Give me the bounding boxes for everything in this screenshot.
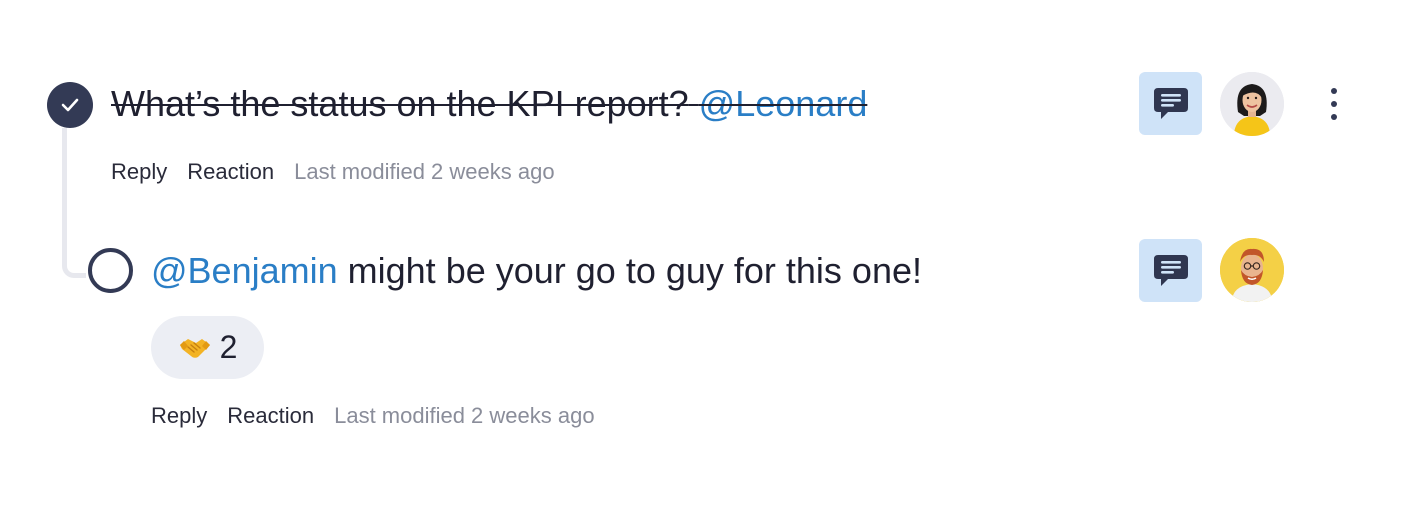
mention-link[interactable]: @Leonard [699,83,868,124]
last-modified-timestamp: Last modified 2 weeks ago [294,159,555,184]
more-options-button[interactable] [1320,88,1348,120]
thread-connector [62,128,86,278]
handshake-emoji-icon [179,338,210,358]
mention-link[interactable]: @Benjamin [151,250,338,291]
comment-button[interactable] [1139,72,1202,135]
reply-text: @Benjamin might be your go to guy for th… [151,249,922,293]
reaction-button[interactable]: Reaction [187,158,274,186]
comment-text: What’s the status on the KPI report? @Le… [111,82,867,126]
reaction-chip[interactable]: 2 [151,316,264,379]
reaction-button[interactable]: Reaction [227,402,314,430]
reply-button[interactable]: Reply [111,158,167,186]
vertical-ellipsis-icon [1331,88,1337,94]
man-avatar[interactable] [1220,238,1284,302]
chat-bubble-icon [1153,87,1188,119]
reply-button[interactable]: Reply [151,402,207,430]
comment-button[interactable] [1139,239,1202,302]
comment-body: What’s the status on the KPI report? [111,83,689,124]
reaction-count: 2 [219,329,238,365]
last-modified-timestamp: Last modified 2 weeks ago [334,403,595,428]
reply-body: might be your go to guy for this one! [347,250,922,291]
resolved-check-icon[interactable] [47,82,93,128]
woman-avatar[interactable] [1220,72,1284,136]
unresolved-circle-icon[interactable] [88,248,133,293]
chat-bubble-icon [1153,254,1188,286]
reply-actions: Reply Reaction Last modified 2 weeks ago [151,402,595,430]
comment-actions: Reply Reaction Last modified 2 weeks ago [111,158,555,186]
